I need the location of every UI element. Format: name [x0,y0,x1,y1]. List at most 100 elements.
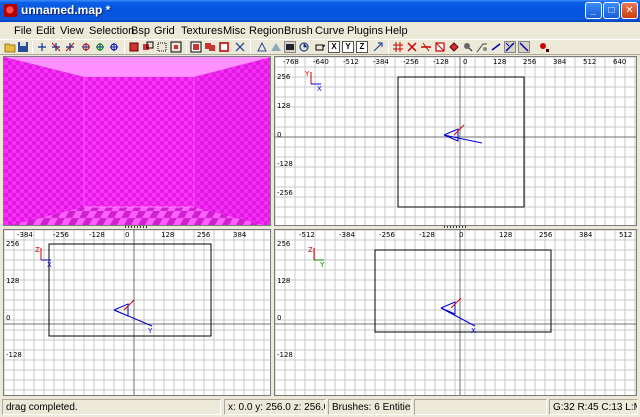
axis-label-v: Z [35,246,40,254]
x-tick-label: -768 [283,58,299,66]
x-tick-label: -512 [343,58,359,66]
menu-grid[interactable]: Grid [154,25,175,37]
axis-label-v: Y [304,70,310,78]
open-icon[interactable] [4,41,16,53]
camera-view[interactable] [3,56,271,226]
x-tick-label: 384 [233,231,247,239]
patch-bend-icon[interactable] [392,41,404,53]
patch-insert-icon[interactable] [406,41,418,53]
patch-thicken-icon[interactable] [448,41,460,53]
menu-bar: File Edit View Selection Bsp Grid Textur… [0,22,640,39]
texture-view-icon[interactable] [270,41,282,53]
xy-grid-canvas: -768 -640 -512 -384 -256 -128 0 128 256 384 512 640… [275,57,636,225]
cubic-clip-icon[interactable] [372,41,384,53]
x-tick-label: -384 [17,231,33,239]
flip-x-icon[interactable] [36,41,48,53]
y-tick-label: 128 [6,277,19,285]
menu-file[interactable]: File [14,25,32,37]
camera-scene [4,57,270,225]
select-inside-icon[interactable] [170,41,182,53]
show-entities-icon[interactable] [434,41,446,53]
x-tick-label: 256 [197,231,211,239]
yz-grid-canvas: -512 -384 -256 -128 0 128 256 384 512 256 128 0 -128… [275,230,636,395]
rotate-x-icon[interactable] [80,41,92,53]
y-tick-label: 128 [277,102,290,110]
menu-region[interactable]: Region [249,25,284,37]
x-tick-label: 512 [583,58,596,66]
app-icon[interactable] [4,4,17,17]
select-mode-icon[interactable] [462,41,474,53]
y-tick-label: -128 [277,160,293,168]
lock-y-icon[interactable]: Y [342,41,354,53]
menu-help[interactable]: Help [385,25,408,37]
drag-mode-icon[interactable] [476,41,488,53]
select-partial-tall-icon[interactable] [156,41,168,53]
menu-edit[interactable]: Edit [36,25,55,37]
menu-view[interactable]: View [60,25,84,37]
status-bar: drag completed. x: 0.0 y: 256.0 z: 256.0… [0,397,640,417]
x-tick-label: -384 [339,231,355,239]
texture-lock-icon[interactable] [298,41,310,53]
x-tick-label: -128 [89,231,105,239]
snap-to-grid-icon[interactable] [504,41,516,53]
x-tick-label: 0 [125,231,129,239]
close-icon[interactable]: ✕ [621,2,638,19]
rotate-lock-icon[interactable] [314,41,326,53]
axis-label-h: Y [319,261,325,269]
x-tick-label: 128 [499,231,512,239]
change-views-icon[interactable] [256,41,268,53]
save-icon[interactable] [17,41,29,53]
csg-subtract-icon[interactable] [190,41,202,53]
camera-axis-label: Y [147,327,153,335]
lock-x-icon[interactable]: X [328,41,340,53]
toolbar-separator [388,41,389,54]
x-tick-label: 256 [523,58,537,66]
menu-bsp[interactable]: Bsp [131,25,150,37]
maximize-icon[interactable]: □ [603,2,620,19]
x-tick-label: 512 [619,231,632,239]
x-tick-label: 384 [579,231,593,239]
x-tick-label: -256 [403,58,419,66]
csg-merge-icon[interactable] [204,41,216,53]
rotate-y-icon[interactable] [94,41,106,53]
y-tick-label: 256 [277,240,291,248]
vertical-splitter-grip-right[interactable] [444,226,468,228]
select-touching-icon[interactable] [142,41,154,53]
x-tick-label: -256 [379,231,395,239]
menu-curve[interactable]: Curve [315,25,344,37]
camera-icon[interactable] [284,41,296,53]
minimize-icon[interactable]: _ [585,2,602,19]
hollow-icon[interactable] [218,41,230,53]
xy-top-view[interactable]: -768 -640 -512 -384 -256 -128 0 128 256 384 512 640… [274,56,637,226]
menu-textures[interactable]: Textures [181,25,223,37]
vertical-splitter-grip[interactable] [125,226,149,228]
status-grid-info: G:32 R:45 C:13 L:MR [549,399,638,415]
status-counts: Brushes: 6 Entities: 0 [328,399,412,415]
xz-front-view[interactable]: -384 -256 -128 0 128 256 384 256 128 0 -128 Z X Y [3,229,271,396]
flip-z-icon[interactable] [64,41,76,53]
clipper-icon[interactable] [234,41,246,53]
y-tick-label: -128 [277,351,293,359]
camera-axis-label: X [471,327,476,335]
menu-misc[interactable]: Misc [223,25,246,37]
y-tick-label: 128 [277,277,290,285]
y-tick-label: 0 [277,131,281,139]
menu-brush[interactable]: Brush [284,25,313,37]
y-tick-label: 0 [277,314,281,322]
x-tick-label: -128 [433,58,449,66]
rotate-z-icon[interactable] [108,41,120,53]
title-bar[interactable]: unnamed.map * _ □ ✕ [0,0,640,22]
menu-selection[interactable]: Selection [89,25,134,37]
flip-y-icon[interactable] [50,41,62,53]
x-tick-label: 256 [539,231,553,239]
status-coordinates: x: 0.0 y: 256.0 z: 256.0 [224,399,326,415]
yz-side-view[interactable]: -512 -384 -256 -128 0 128 256 384 512 256 128 0 -128… [274,229,637,396]
patch-capping-icon[interactable] [490,41,502,53]
select-complete-tall-icon[interactable] [128,41,140,53]
menu-plugins[interactable]: Plugins [347,25,383,37]
entity-marker-icon[interactable] [538,41,550,53]
patch-delete-icon[interactable] [420,41,432,53]
lock-z-icon[interactable]: Z [356,41,368,53]
x-tick-label: 128 [161,231,174,239]
show-bounds-icon[interactable] [518,41,530,53]
